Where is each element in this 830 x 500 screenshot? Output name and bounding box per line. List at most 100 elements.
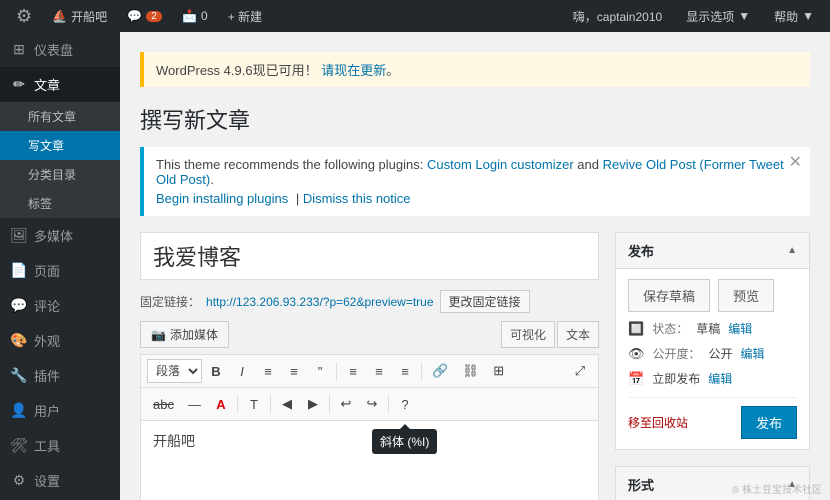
dismiss-x-btn[interactable]: ✕ [789,155,802,171]
sidebar-item-all-posts[interactable]: 所有文章 [0,102,120,131]
schedule-edit-link[interactable]: 编辑 [708,370,732,387]
comments-link[interactable]: 💬 2 [119,0,170,32]
greeting: 嗨，captain2010 [565,0,670,32]
blockquote-btn[interactable]: " [308,359,332,383]
sidebar: ⊞ 仪表盘 ✏ 文章 所有文章 写文章 分类目录 标签 🖼 多媒体 � [0,32,120,500]
site-icon: ⛵ [52,9,67,23]
sidebar-item-pages[interactable]: 📄 页面 [0,253,120,288]
sidebar-item-media[interactable]: 🖼 多媒体 [0,218,120,253]
editor-help-btn[interactable]: ? [393,392,417,416]
bold-btn[interactable]: B [204,359,228,383]
media-icon: 🖼 [10,227,28,244]
sidebar-item-settings[interactable]: ⚙ 设置 [0,463,120,498]
sidebar-item-categories[interactable]: 分类目录 [0,160,120,189]
editor-content[interactable]: 开船吧 [140,420,599,500]
site-name-link[interactable]: ⛵ 开船吧 [44,0,115,32]
wp-logo[interactable]: ⚙ [8,0,40,32]
indent-icon: ▶ [308,396,318,412]
admin-bar: ⚙ ⛵ 开船吧 💬 2 📩 0 + 新建 嗨，captain2010 显示选项 … [0,0,830,32]
sidebar-item-tags[interactable]: 标签 [0,189,120,218]
text-tab[interactable]: 文本 [557,321,599,348]
editor-sidebar: 发布 ▲ 保存草稿 预览 🔲 状态： 草稿 编辑 [615,232,810,500]
new-content-link[interactable]: + 新建 [220,0,270,32]
align-left-btn[interactable]: ≡ [341,359,365,383]
redo-icon: ↪ [367,396,378,412]
hr-btn[interactable]: — [182,392,207,416]
publish-panel: 发布 ▲ 保存草稿 预览 🔲 状态： 草稿 编辑 [615,232,810,450]
status-icon: 🔲 [628,321,644,337]
main-content: WordPress 4.9.6现已可用！ 请现在更新。 撰写新文章 This t… [120,32,830,500]
message-icon: 📩 [182,9,197,23]
update-link[interactable]: 请现在更新 [321,63,386,78]
visibility-edit-link[interactable]: 编辑 [741,345,765,362]
fullscreen-btn[interactable]: ⤢ [568,359,592,383]
update-notice: WordPress 4.9.6现已可用！ 请现在更新。 [140,52,810,87]
messages-link[interactable]: 📩 0 [174,0,216,32]
paste-text-btn[interactable]: T [242,392,266,416]
visibility-icon: 👁 [628,346,645,362]
sidebar-item-users[interactable]: 👤 用户 [0,393,120,428]
appearance-icon: 🎨 [10,332,28,349]
format-select[interactable]: 段落 [147,359,202,383]
permalink-url[interactable]: http://123.206.93.233/?p=62&preview=true [206,295,434,309]
text-color-icon: A [216,397,225,412]
ul-icon: ≡ [264,364,272,379]
help-btn[interactable]: 帮助 ▼ [766,0,822,32]
align-center-btn[interactable]: ≡ [367,359,391,383]
sidebar-item-plugins[interactable]: 🔧 插件 [0,358,120,393]
editor-toolbar-top: 📷 添加媒体 可视化 文本 [140,321,599,348]
dashboard-icon: ⊞ [10,41,28,58]
hr-icon: — [188,397,201,412]
install-plugins-link[interactable]: Begin installing plugins [156,191,288,206]
trash-link[interactable]: 移至回收站 [628,414,688,431]
plugin-notice: This theme recommends the following plug… [140,147,810,216]
pages-icon: 📄 [10,262,28,279]
unlink-btn[interactable]: ⛓ [456,359,485,383]
sidebar-item-appearance[interactable]: 🎨 外观 [0,323,120,358]
strikethrough-btn[interactable]: abc [147,392,180,416]
indent-btn[interactable]: ▶ [301,392,325,416]
change-permalink-btn[interactable]: 更改固定链接 [440,290,530,313]
post-title-input[interactable]: 我爱博客 [140,232,599,280]
sidebar-item-tools[interactable]: 🛠 工具 [0,428,120,463]
posts-icon: ✏ [10,76,28,93]
ol-btn[interactable]: ≡ [282,359,306,383]
sidebar-item-posts[interactable]: ✏ 文章 [0,67,120,102]
align-right-btn[interactable]: ≡ [393,359,417,383]
preview-btn[interactable]: 预览 [718,279,774,312]
undo-btn[interactable]: ↩ [334,392,358,416]
formatting-bar-2: abc — A T ◀ [140,387,599,420]
add-media-icon: 📷 [151,328,166,342]
outdent-btn[interactable]: ◀ [275,392,299,416]
sidebar-item-dashboard[interactable]: ⊞ 仪表盘 [0,32,120,67]
italic-btn[interactable]: I [230,359,254,383]
save-draft-btn[interactable]: 保存草稿 [628,279,710,312]
status-edit-link[interactable]: 编辑 [728,320,752,337]
align-left-icon: ≡ [349,364,357,379]
insert-table-btn[interactable]: ⊞ [487,359,511,383]
display-options-btn[interactable]: 显示选项 ▼ [678,0,758,32]
link-icon: 🔗 [432,363,448,379]
help-icon: ? [401,397,408,412]
permalink-row: 固定链接： http://123.206.93.233/?p=62&previe… [140,290,599,313]
publish-panel-header[interactable]: 发布 ▲ [616,233,809,269]
add-media-btn[interactable]: 📷 添加媒体 [140,321,229,348]
watermark: ® 株土豆宝技术社区 [732,481,822,496]
link-btn[interactable]: 🔗 [426,359,454,383]
comments-icon: 💬 [10,297,28,314]
editor-main: 我爱博客 固定链接： http://123.206.93.233/?p=62&p… [140,232,599,500]
sidebar-item-comments[interactable]: 💬 评论 [0,288,120,323]
visual-tab[interactable]: 可视化 [501,321,555,348]
sidebar-item-new-post[interactable]: 写文章 [0,131,120,160]
redo-btn[interactable]: ↪ [360,392,384,416]
ul-btn[interactable]: ≡ [256,359,280,383]
text-color-btn[interactable]: A [209,392,233,416]
chevron-down-icon: ▼ [802,9,814,23]
align-center-icon: ≡ [375,364,383,379]
wp-logo-icon: ⚙ [16,6,32,27]
fullscreen-icon: ⤢ [575,363,585,379]
dismiss-notice-link[interactable]: Dismiss this notice [303,191,411,206]
plugins-icon: 🔧 [10,367,28,384]
publish-btn[interactable]: 发布 [741,406,797,439]
plugin1-link[interactable]: Custom Login customizer [427,157,574,172]
